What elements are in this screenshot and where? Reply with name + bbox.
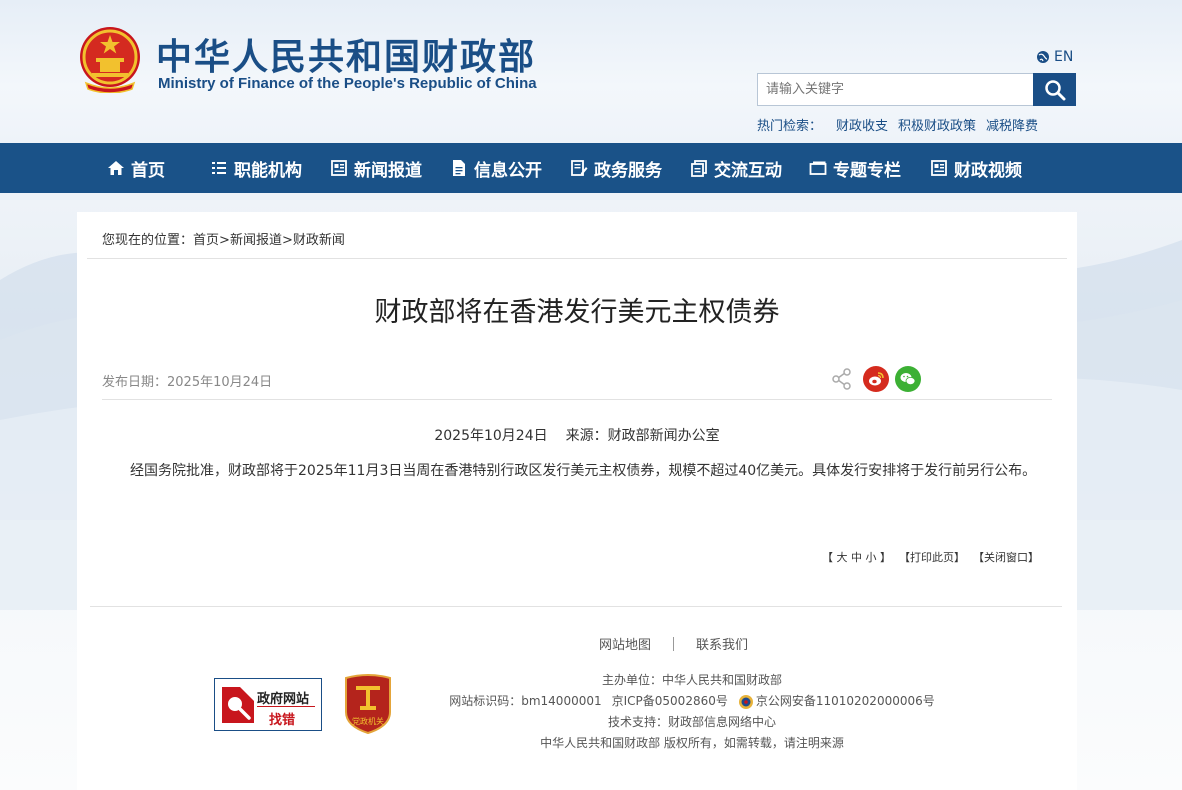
nav-departments-label: 职能机构 [234,160,302,181]
tech-support: 技术支持：财政部信息网络中心 [607,715,776,729]
footer-info: 主办单位：中华人民共和国财政部 网站标识码：bm14000001 京ICP备05… [432,670,952,754]
police-record[interactable]: 京公网安备11010202000006号 [738,691,935,712]
hot-term-fiscal-policy[interactable]: 积极财政政策 [898,115,976,134]
copy-icon [691,160,707,177]
newspaper-icon [331,160,347,176]
nav-departments[interactable]: 职能机构 [210,143,302,193]
nav-info-disclosure[interactable]: 信息公开 [450,143,542,193]
host-unit: 主办单位：中华人民共和国财政部 [601,673,782,687]
site-id: 网站标识码：bm14000001 [449,694,602,708]
article-meta: 2025年10月24日 来源：财政部新闻办公室 [77,425,1077,445]
nav-home-label: 首页 [131,160,165,181]
copyright: 中华人民共和国财政部 版权所有，如需转载，请注明来源 [540,736,844,750]
breadcrumb-home[interactable]: 首页 [193,233,219,248]
publish-date: 发布日期：2025年10月24日 [102,375,273,390]
wechat-icon[interactable] [895,366,921,392]
nav-videos-label: 财政视频 [954,160,1022,181]
list-icon [212,162,226,174]
document-icon [453,160,465,176]
party-gov-agency-badge[interactable]: 党政机关 [342,672,394,735]
contact-link[interactable]: 联系我们 [696,634,748,653]
nav-info-disclosure-label: 信息公开 [474,160,542,181]
police-badge-icon [738,694,753,709]
nav-news[interactable]: 新闻报道 [330,143,422,193]
font-size-control[interactable]: 【 大 中 小 】 [822,549,891,565]
national-emblem-icon[interactable] [78,25,142,93]
article-date: 2025年10月24日 [434,428,548,444]
share-icon[interactable] [829,366,855,392]
globe-icon [1037,51,1049,63]
close-window-button[interactable]: 【关闭窗口】 [973,549,1039,565]
nav-videos[interactable]: 财政视频 [930,143,1022,193]
search-icon [1044,79,1065,100]
site-header: 中华人民共和国财政部 Ministry of Finance of the Pe… [0,0,1182,143]
main-nav: 首页 职能机构 新闻报道 信息公开 政务服务 交流互动 专题专栏 财政视频 [0,143,1182,193]
nav-special-topics-label: 专题专栏 [833,160,901,181]
window-icon [809,161,827,175]
home-icon [108,161,124,175]
hot-search-label: 热门检索： [757,119,823,134]
hot-term-fiscal-revenue[interactable]: 财政收支 [836,115,888,134]
magnifier-icon [222,687,254,723]
share-bar [829,366,921,392]
nav-interaction[interactable]: 交流互动 [690,143,782,193]
search-input[interactable] [757,73,1034,106]
breadcrumb-prefix: 您现在的位置： [102,233,194,248]
nav-home[interactable]: 首页 [107,143,165,193]
breadcrumb-separator: > [219,233,230,248]
nav-news-label: 新闻报道 [354,160,422,181]
sitemap-link[interactable]: 网站地图 [599,634,651,653]
hot-term-tax-cut[interactable]: 减税降费 [986,115,1038,134]
divider [102,399,1052,400]
article-title: 财政部将在香港发行美元主权债券 [374,297,780,328]
article-tools: 【 大 中 小 】 【打印此页】 【关闭窗口】 [822,549,1039,565]
divider [90,606,1062,607]
print-button[interactable]: 【打印此页】 [899,549,965,565]
site-registration: 网站标识码：bm14000001 京ICP备05002860号 京公网安备110… [432,691,952,712]
breadcrumb: 您现在的位置：首页>新闻报道>财政新闻 [102,229,345,248]
video-icon [931,160,947,176]
police-number: 京公网安备11010202000006号 [755,694,935,708]
nav-gov-services[interactable]: 政务服务 [570,143,662,193]
language-switch[interactable]: EN [1036,49,1073,65]
nav-gov-services-label: 政务服务 [594,160,662,181]
divider [87,258,1067,259]
site-title-cn[interactable]: 中华人民共和国财政部 [156,28,536,80]
icp-number[interactable]: 京ICP备05002860号 [612,691,728,712]
breadcrumb-fiscal-news[interactable]: 财政新闻 [293,233,345,248]
search-button[interactable] [1033,73,1076,106]
badge-text: 党政机关 [352,716,384,726]
nav-interaction-label: 交流互动 [714,160,782,181]
hot-search: 热门检索： 财政收支 积极财政政策 减税降费 [757,115,1038,134]
badge-line1: 政府网站 [257,692,310,707]
article-source: 来源：财政部新闻办公室 [565,428,720,444]
breadcrumb-separator: > [281,233,293,248]
site-title-en[interactable]: Ministry of Finance of the People's Repu… [158,75,537,92]
gov-site-error-report-badge[interactable]: 政府网站 找错 [214,678,322,731]
breadcrumb-news[interactable]: 新闻报道 [230,233,282,248]
footer-links: 网站地图 联系我们 [599,634,748,653]
weibo-icon[interactable] [863,366,889,392]
separator [673,636,675,651]
edit-document-icon [571,160,588,176]
article-body: 经国务院批准，财政部将于2025年11月3日当周在香港特别行政区发行美元主权债券… [130,463,1037,479]
article-card: 您现在的位置：首页>新闻报道>财政新闻 财政部将在香港发行美元主权债券 发布日期… [77,212,1077,790]
nav-special-topics[interactable]: 专题专栏 [809,143,901,193]
badge-line2: 找错 [269,713,296,728]
language-label: EN [1054,49,1074,65]
